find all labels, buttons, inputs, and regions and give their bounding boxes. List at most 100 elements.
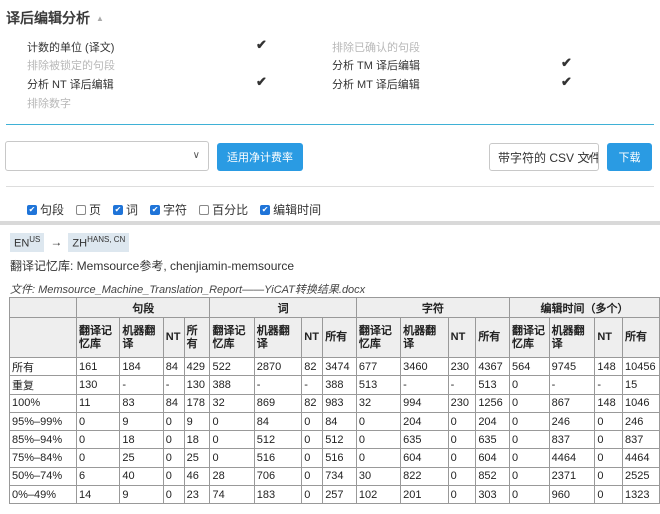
- table-cell: 28: [209, 466, 255, 487]
- net-rate-select[interactable]: ∨: [5, 141, 209, 171]
- table-cell: -: [400, 375, 449, 395]
- check-icon: ✔: [256, 74, 267, 89]
- table-cell: 734: [322, 466, 357, 487]
- row-label-header: [8, 317, 78, 358]
- table-cell: 0: [447, 485, 477, 505]
- checkbox-checked-icon[interactable]: ✔: [27, 204, 37, 215]
- table-cell: 148: [594, 393, 623, 413]
- table-cell: -: [301, 375, 324, 395]
- column-header: 所有: [621, 317, 660, 358]
- table-cell: 869: [253, 393, 303, 413]
- table-cell: 429: [183, 356, 211, 377]
- export-format-select[interactable]: 带字符的 CSV 文件 ∨: [489, 143, 599, 171]
- column-header: 所有: [183, 317, 211, 358]
- table-cell: 2371: [548, 466, 596, 487]
- table-cell: 513: [475, 375, 510, 395]
- option-analyze-tm: 分析 TM 译后编辑: [332, 60, 420, 72]
- toolbar-divider: [6, 186, 654, 187]
- table-cell: 46: [183, 466, 211, 487]
- table-cell: 0: [162, 411, 185, 432]
- filter-pages[interactable]: 页: [76, 201, 101, 218]
- target-language-tag: ZHHANS, CN: [68, 233, 130, 252]
- arrow-right-icon: →: [50, 235, 63, 250]
- table-cell: 635: [400, 430, 449, 450]
- table-cell: 6: [76, 466, 121, 487]
- table-cell: 40: [119, 466, 164, 487]
- table-cell: 388: [322, 375, 357, 395]
- column-filters: ✔ 句段 页 ✔ 词 ✔ 字符 百分比 ✔ 编辑时间: [27, 201, 333, 218]
- checkbox-checked-icon[interactable]: ✔: [150, 204, 161, 215]
- table-cell: 0: [76, 430, 121, 450]
- checkbox-unchecked-icon[interactable]: [199, 204, 210, 215]
- table-cell: 867: [548, 393, 596, 413]
- table-cell: 0: [594, 448, 623, 468]
- chevron-down-icon: ∨: [585, 152, 592, 162]
- column-header: 机器翻译: [400, 317, 449, 358]
- table-cell: 9745: [548, 356, 596, 377]
- table-cell: 0: [508, 430, 550, 450]
- table-cell: 1323: [621, 485, 660, 505]
- table-cell: 983: [322, 393, 357, 413]
- report-separator: [0, 221, 660, 225]
- table-cell: 0: [355, 448, 402, 468]
- table-cell: 0: [162, 466, 185, 487]
- group-header: 字符: [355, 297, 510, 318]
- checkbox-unchecked-icon[interactable]: [76, 204, 87, 215]
- table-cell: 513: [355, 375, 402, 395]
- table-cell: 10456: [621, 356, 660, 377]
- table-cell: 0: [301, 466, 324, 487]
- table-cell: 2870: [253, 356, 303, 377]
- collapse-caret-icon[interactable]: ▲: [96, 14, 104, 23]
- analysis-table: 句段 词 字符 编辑时间（多个） 翻译记忆库 机器翻译 NT 所有 翻译记忆库 机器翻译 N…: [8, 297, 660, 505]
- corner-header: [8, 297, 78, 318]
- table-cell: 0: [301, 485, 324, 505]
- filter-characters[interactable]: ✔ 字符: [150, 201, 187, 218]
- table-cell: 706: [253, 466, 303, 487]
- table-cell: 388: [209, 375, 255, 395]
- table-cell: 184: [119, 356, 164, 377]
- group-header: 句段: [76, 297, 211, 318]
- table-row: 所有 161 184 84 429 522 2870 82 3474 677 3460 230 4367…: [8, 356, 660, 377]
- column-header: 翻译记忆库: [508, 317, 550, 358]
- table-cell: 516: [322, 448, 357, 468]
- download-button[interactable]: 下载: [607, 143, 652, 171]
- filter-words[interactable]: ✔ 词: [113, 201, 138, 218]
- table-cell: 0: [508, 411, 550, 432]
- table-cell: 0: [209, 411, 255, 432]
- row-label: 100%: [8, 393, 78, 413]
- filter-edit-time[interactable]: ✔ 编辑时间: [260, 201, 321, 218]
- table-cell: 0: [76, 411, 121, 432]
- file-name-line: 文件: Memsource_Machine_Translation_Report…: [10, 284, 366, 296]
- row-label: 所有: [8, 356, 78, 377]
- column-header: 机器翻译: [548, 317, 596, 358]
- table-cell: 0: [301, 411, 324, 432]
- table-cell: 0: [447, 448, 477, 468]
- checkbox-checked-icon[interactable]: ✔: [113, 204, 124, 215]
- filter-percent[interactable]: 百分比: [199, 201, 248, 218]
- checkbox-checked-icon[interactable]: ✔: [260, 204, 271, 215]
- table-cell: 0: [508, 375, 550, 395]
- table-cell: 4464: [621, 448, 660, 468]
- table-cell: 3474: [322, 356, 357, 377]
- table-cell: 148: [594, 356, 623, 377]
- table-cell: 30: [355, 466, 402, 487]
- section-header[interactable]: 译后编辑分析 ▲: [6, 8, 104, 28]
- option-count-units: 计数的单位 (译文): [27, 42, 115, 54]
- filter-segments[interactable]: ✔ 句段: [27, 201, 64, 218]
- source-language-tag: ENUS: [10, 233, 45, 252]
- table-cell: -: [162, 375, 185, 395]
- table-cell: 1046: [621, 393, 660, 413]
- table-cell: 14: [76, 485, 121, 505]
- table-cell: 852: [475, 466, 510, 487]
- section-divider: [6, 124, 654, 125]
- table-cell: 4464: [548, 448, 596, 468]
- table-cell: 0: [301, 448, 324, 468]
- apply-net-rate-button[interactable]: 适用净计费率: [217, 143, 303, 171]
- table-cell: 0: [447, 466, 477, 487]
- translation-memory-line: 翻译记忆库: Memsource参考, chenjiamin-memsource: [10, 259, 295, 273]
- table-cell: -: [447, 375, 477, 395]
- option-exclude-confirmed: 排除已确认的句段: [332, 42, 420, 54]
- column-header: 机器翻译: [253, 317, 303, 358]
- table-cell: 84: [162, 393, 185, 413]
- table-cell: 246: [621, 411, 660, 432]
